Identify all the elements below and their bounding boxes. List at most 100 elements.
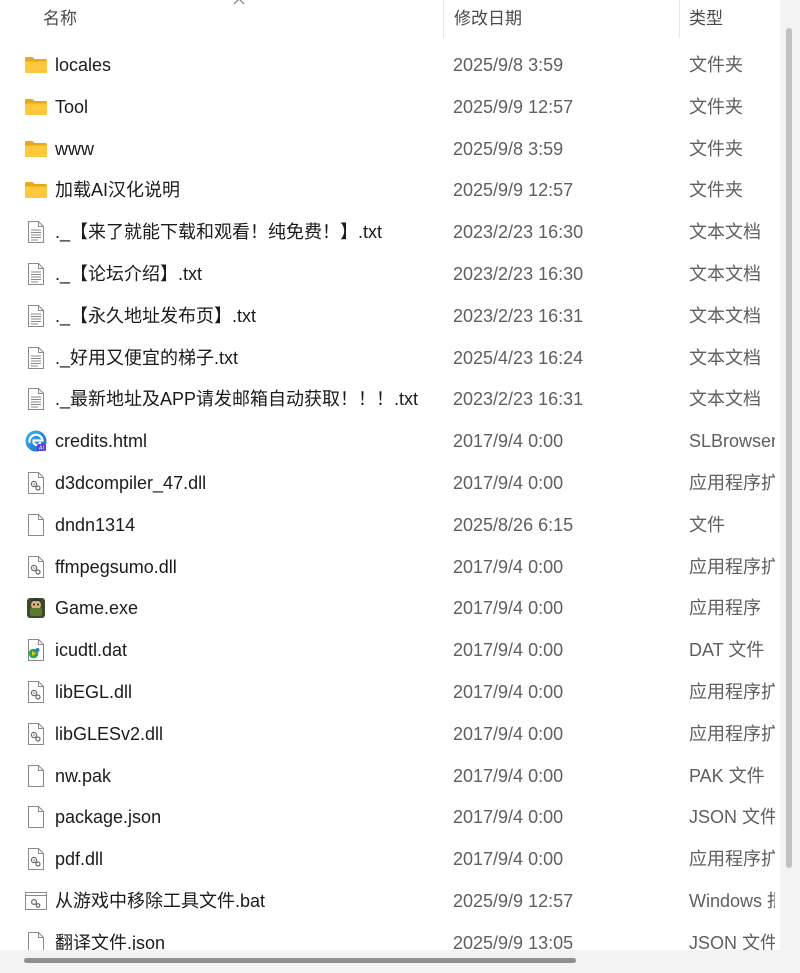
file-type: JSON 文件	[689, 807, 775, 828]
file-name: icudtl.dat	[55, 640, 128, 661]
file-type: Windows 批	[689, 891, 775, 911]
file-row[interactable]: locales 2025/9/8 3:59 文件夹	[0, 44, 780, 86]
file-date-modified: 2025/4/23 16:24	[453, 347, 584, 368]
file-row[interactable]: Game.exe 2017/9/4 0:00 应用程序	[0, 587, 780, 629]
file-date-modified: 2025/9/8 3:59	[453, 55, 564, 75]
file-type: PAK 文件	[689, 765, 765, 786]
file-type: 文本文档	[689, 305, 761, 326]
horizontal-scroll-thumb[interactable]	[24, 958, 576, 963]
file-row[interactable]: libGLESv2.dll 2017/9/4 0:00 应用程序扩	[0, 713, 780, 755]
file-date-modified: 2017/9/4 0:00	[453, 849, 564, 870]
file-name: nw.pak	[55, 765, 112, 786]
column-header-name[interactable]: 名称	[43, 0, 77, 38]
file-type: 应用程序扩	[689, 723, 775, 744]
dll-file-icon	[24, 471, 48, 495]
column-header-type[interactable]: 类型	[689, 0, 723, 38]
file-date-modified: 2025/9/9 12:57	[453, 96, 574, 117]
file-name: libEGL.dll	[55, 682, 133, 702]
file-date-modified: 2017/9/4 0:00	[453, 723, 564, 744]
file-name: ._最新地址及APP请发邮箱自动获取！！！.txt	[55, 389, 419, 410]
file-row[interactable]: ._【来了就能下载和观看！纯免费！】.txt 2023/2/23 16:30 文本文…	[0, 211, 780, 253]
column-divider[interactable]	[679, 0, 680, 38]
text-file-icon	[24, 387, 48, 411]
file-type: 文本文档	[689, 222, 761, 243]
file-type: 应用程序扩	[689, 473, 775, 493]
file-name: ._【论坛介绍】.txt	[55, 264, 203, 284]
file-date-modified: 2025/9/9 12:57	[453, 891, 574, 911]
column-header-date[interactable]: 修改日期	[454, 0, 522, 38]
file-row[interactable]: icudtl.dat 2017/9/4 0:00 DAT 文件	[0, 629, 780, 671]
file-row[interactable]: Tool 2025/9/9 12:57 文件夹	[0, 86, 780, 128]
file-name: 加载AI汉化说明	[55, 180, 181, 201]
file-date-modified: 2023/2/23 16:30	[453, 264, 584, 284]
text-file-icon	[24, 304, 48, 328]
file-row[interactable]: ._好用又便宜的梯子.txt 2025/4/23 16:24 文本文档	[0, 337, 780, 379]
file-name: package.json	[55, 807, 162, 828]
file-row[interactable]: dndn1314 2025/8/26 6:15 文件	[0, 504, 780, 546]
file-row[interactable]: www 2025/9/8 3:59 文件夹	[0, 128, 780, 170]
file-date-modified: 2023/2/23 16:31	[453, 305, 584, 326]
text-file-icon	[24, 262, 48, 286]
file-row[interactable]: ._最新地址及APP请发邮箱自动获取！！！.txt 2023/2/23 16:31…	[0, 378, 780, 420]
dll-file-icon	[24, 555, 48, 579]
file-row[interactable]: package.json 2017/9/4 0:00 JSON 文件	[0, 796, 780, 838]
file-name: locales	[55, 55, 112, 75]
dll-file-icon	[24, 680, 48, 704]
file-type: 文件夹	[689, 180, 743, 201]
dll-file-icon	[24, 847, 48, 871]
file-date-modified: 2017/9/4 0:00	[453, 640, 564, 661]
file-row[interactable]: ffmpegsumo.dll 2017/9/4 0:00 应用程序扩	[0, 546, 780, 588]
file-row[interactable]: ._【永久地址发布页】.txt 2023/2/23 16:31 文本文档	[0, 295, 780, 337]
file-type: 文件夹	[689, 138, 743, 159]
file-row[interactable]: libEGL.dll 2017/9/4 0:00 应用程序扩	[0, 671, 780, 713]
file-name: dndn1314	[55, 514, 136, 535]
file-date-modified: 2017/9/4 0:00	[453, 473, 564, 493]
file-type: 应用程序扩	[689, 682, 775, 702]
file-date-modified: 2025/9/8 3:59	[453, 138, 564, 159]
file-type: 文本文档	[689, 347, 761, 368]
batch-file-icon	[24, 889, 48, 913]
blank-file-icon	[24, 513, 48, 537]
file-row[interactable]: 从游戏中移除工具文件.bat 2025/9/9 12:57 Windows 批	[0, 880, 780, 922]
file-row[interactable]: AI credits.html 2017/9/4 0:00 SLBrowser	[0, 420, 780, 462]
file-row[interactable]: pdf.dll 2017/9/4 0:00 应用程序扩	[0, 838, 780, 880]
file-type: 文件	[689, 514, 725, 535]
text-file-icon	[24, 346, 48, 370]
file-name: 从游戏中移除工具文件.bat	[55, 891, 266, 911]
file-date-modified: 2025/9/9 12:57	[453, 180, 574, 201]
file-type: 文件夹	[689, 55, 743, 75]
vertical-scroll-thumb[interactable]	[786, 28, 792, 868]
file-date-modified: 2017/9/4 0:00	[453, 765, 564, 786]
file-type: 文本文档	[689, 389, 761, 410]
blank-file-icon	[24, 764, 48, 788]
file-row[interactable]: 加载AI汉化说明 2025/9/9 12:57 文件夹	[0, 169, 780, 211]
folder-icon	[24, 137, 48, 161]
browser-file-icon: AI	[24, 429, 48, 453]
file-row[interactable]: ._【论坛介绍】.txt 2023/2/23 16:30 文本文档	[0, 253, 780, 295]
column-divider[interactable]	[443, 0, 444, 38]
file-name: Game.exe	[55, 598, 139, 619]
file-type: 应用程序扩	[689, 556, 775, 577]
file-row[interactable]: d3dcompiler_47.dll 2017/9/4 0:00 应用程序扩	[0, 462, 780, 504]
sort-ascending-icon	[233, 0, 245, 5]
file-name: ._【永久地址发布页】.txt	[55, 305, 257, 326]
blank-file-icon	[24, 805, 48, 829]
file-name: d3dcompiler_47.dll	[55, 473, 207, 493]
file-name: ffmpegsumo.dll	[55, 556, 177, 577]
file-name: libGLESv2.dll	[55, 723, 164, 744]
file-type: 应用程序扩	[689, 849, 775, 870]
file-date-modified: 2025/8/26 6:15	[453, 514, 574, 535]
folder-icon	[24, 53, 48, 77]
text-file-icon	[24, 220, 48, 244]
file-date-modified: 2017/9/4 0:00	[453, 682, 564, 702]
column-header-bar: 名称 修改日期 类型	[0, 0, 780, 38]
file-name: Tool	[55, 96, 89, 117]
file-date-modified: 2017/9/4 0:00	[453, 431, 564, 452]
file-row[interactable]: nw.pak 2017/9/4 0:00 PAK 文件	[0, 755, 780, 797]
file-date-modified: 2017/9/4 0:00	[453, 807, 564, 828]
file-type: 文件夹	[689, 96, 743, 117]
media-file-icon	[24, 638, 48, 662]
file-type: SLBrowser	[689, 431, 775, 452]
file-type: 应用程序	[689, 598, 761, 619]
file-name: credits.html	[55, 431, 148, 452]
